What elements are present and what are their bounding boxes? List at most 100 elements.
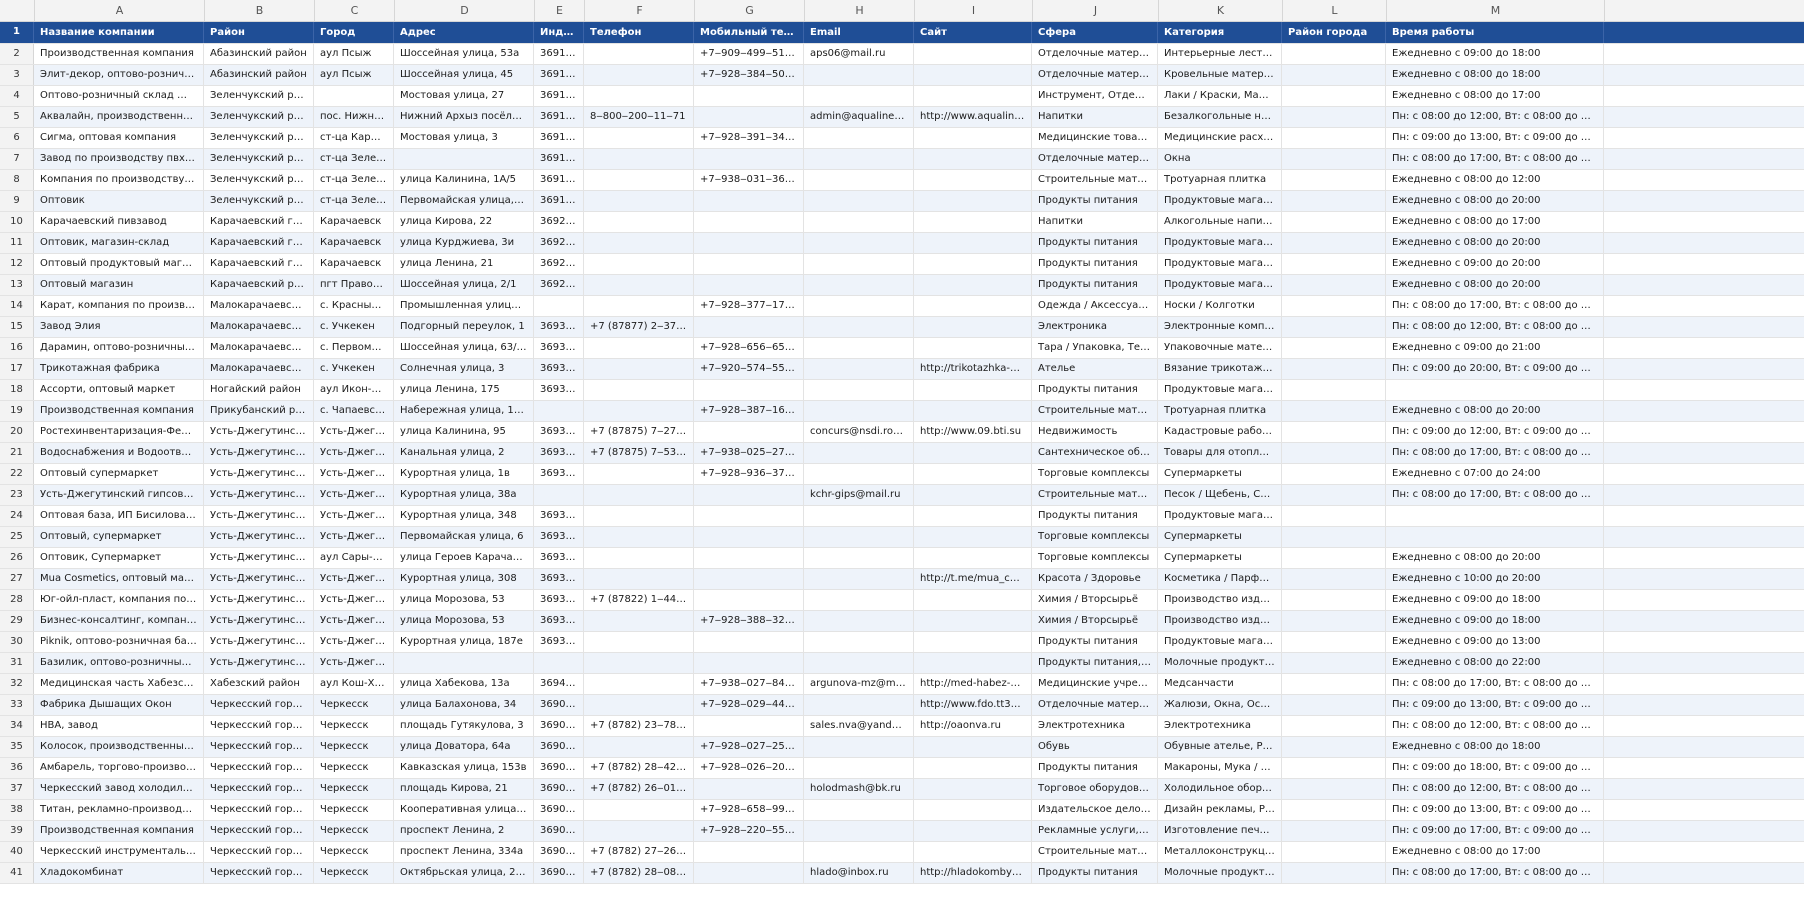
cell-mobile-phone[interactable]: +7‒928‒029‒44‒55 <box>694 695 804 715</box>
row-number[interactable]: 35 <box>0 737 34 757</box>
cell-mobile-phone[interactable] <box>694 86 804 106</box>
cell-district[interactable]: Малокарачаевский ра... <box>204 338 314 358</box>
cell-working-hours[interactable]: Ежедневно с 08:00 до 20:00 <box>1386 191 1604 211</box>
cell-phone[interactable] <box>584 695 694 715</box>
cell-sector[interactable]: Электротехника <box>1032 716 1158 736</box>
cell-working-hours[interactable]: Ежедневно с 08:00 до 18:00 <box>1386 65 1604 85</box>
cell-working-hours[interactable]: Пн: с 09:00 до 17:00, Вт: с 09:00 до 17:… <box>1386 821 1604 841</box>
cell-company-name[interactable]: Ростехинвентаризация-Федеральное ... <box>34 422 204 442</box>
cell-company-name[interactable]: Оптовик, Супермаркет <box>34 548 204 568</box>
cell-email[interactable]: sales.nva@yandex.ru <box>804 716 914 736</box>
cell-mobile-phone[interactable] <box>694 233 804 253</box>
row-number[interactable]: 36 <box>0 758 34 778</box>
cell-address[interactable] <box>394 653 534 673</box>
cell-category[interactable]: Супермаркеты <box>1158 464 1282 484</box>
column-header-l[interactable]: L <box>1283 0 1387 21</box>
cell-email[interactable]: holodmash@bk.ru <box>804 779 914 799</box>
cell-website[interactable] <box>914 548 1032 568</box>
cell-city[interactable]: с. Чапаевское <box>314 401 394 421</box>
cell-city-district[interactable] <box>1282 653 1386 673</box>
cell-website[interactable] <box>914 737 1032 757</box>
cell-city[interactable]: Усть-Джегута <box>314 527 394 547</box>
cell-address[interactable]: Первомайская улица, 138 <box>394 191 534 211</box>
cell-website[interactable]: http://www.fdo.tt34.ru <box>914 695 1032 715</box>
cell-city-district[interactable] <box>1282 800 1386 820</box>
cell-website[interactable] <box>914 779 1032 799</box>
cell-postcode[interactable] <box>534 401 584 421</box>
cell-postcode[interactable]: 369000 <box>534 779 584 799</box>
cell-mobile-phone[interactable] <box>694 632 804 652</box>
cell-address[interactable]: Курортная улица, 1в <box>394 464 534 484</box>
cell-email[interactable] <box>804 632 914 652</box>
cell-website[interactable] <box>914 296 1032 316</box>
cell-website[interactable] <box>914 485 1032 505</box>
cell-district[interactable]: Малокарачаевский ра... <box>204 359 314 379</box>
cell-phone[interactable] <box>584 632 694 652</box>
cell-city-district[interactable] <box>1282 65 1386 85</box>
cell-district[interactable]: Черкесский городской... <box>204 716 314 736</box>
cell-category[interactable]: Вязание трикотажных изд... <box>1158 359 1282 379</box>
row-number[interactable]: 5 <box>0 107 34 127</box>
cell-company-name[interactable]: Медицинская часть Хабезский гипсов... <box>34 674 204 694</box>
cell-postcode[interactable]: 369300 <box>534 590 584 610</box>
cell-mobile-phone[interactable]: +7‒928‒387‒16‒29 <box>694 401 804 421</box>
cell-email[interactable] <box>804 401 914 421</box>
cell-website[interactable] <box>914 254 1032 274</box>
cell-working-hours[interactable]: Пн: с 09:00 до 13:00, Вт: с 09:00 до 13:… <box>1386 128 1604 148</box>
cell-district[interactable]: Усть-Джегутинский ра... <box>204 527 314 547</box>
cell-mobile-phone[interactable]: +7‒928‒384‒50‒80 <box>694 65 804 85</box>
cell-city[interactable]: Усть-Джегута <box>314 443 394 463</box>
header-cell-city[interactable]: Город <box>314 22 394 43</box>
column-header-h[interactable]: H <box>805 0 915 21</box>
cell-company-name[interactable]: Хладокомбинат <box>34 863 204 883</box>
cell-district[interactable]: Усть-Джегутинский ра... <box>204 422 314 442</box>
cell-category[interactable]: Производство изделий из ... <box>1158 590 1282 610</box>
cell-address[interactable]: Шоссейная улица, 53а <box>394 44 534 64</box>
cell-category[interactable]: Дизайн рекламы, Размеще... <box>1158 800 1282 820</box>
cell-sector[interactable]: Одежда / Аксессуары <box>1032 296 1158 316</box>
cell-postcode[interactable]: 369012 <box>534 737 584 757</box>
cell-sector[interactable]: Строительные материалы ... <box>1032 401 1158 421</box>
row-number[interactable]: 8 <box>0 170 34 190</box>
cell-company-name[interactable]: Амбарель, торгово-производственна... <box>34 758 204 778</box>
cell-city[interactable]: Черкесск <box>314 863 394 883</box>
row-number[interactable]: 26 <box>0 548 34 568</box>
cell-working-hours[interactable]: Пн: с 08:00 до 12:00, Вт: с 08:00 до 12:… <box>1386 779 1604 799</box>
cell-city-district[interactable] <box>1282 821 1386 841</box>
cell-address[interactable]: Шоссейная улица, 2/1 <box>394 275 534 295</box>
cell-category[interactable]: Продуктовые магазины <box>1158 506 1282 526</box>
cell-website[interactable] <box>914 338 1032 358</box>
cell-city[interactable]: Карачаевск <box>314 233 394 253</box>
cell-postcode[interactable]: 369004 <box>534 695 584 715</box>
row-number[interactable]: 10 <box>0 212 34 232</box>
cell-working-hours[interactable]: Пн: с 09:00 до 13:00, Вт: с 09:00 до 13:… <box>1386 800 1604 820</box>
cell-address[interactable]: Октябрьская улица, 238 <box>394 863 534 883</box>
cell-city[interactable]: пос. Нижний А... <box>314 107 394 127</box>
cell-address[interactable]: улица Кирова, 22 <box>394 212 534 232</box>
cell-address[interactable]: улица Калинина, 95 <box>394 422 534 442</box>
cell-phone[interactable] <box>584 485 694 505</box>
cell-mobile-phone[interactable] <box>694 317 804 337</box>
cell-mobile-phone[interactable] <box>694 254 804 274</box>
cell-mobile-phone[interactable] <box>694 548 804 568</box>
cell-category[interactable]: Песок / Щебень, Сухие стр... <box>1158 485 1282 505</box>
cell-company-name[interactable]: Трикотажная фабрика <box>34 359 204 379</box>
cell-working-hours[interactable]: Пн: с 09:00 до 18:00, Вт: с 09:00 до 18:… <box>1386 758 1604 778</box>
column-header-d[interactable]: D <box>395 0 535 21</box>
cell-company-name[interactable]: Юг-ойл-пласт, компания по произво... <box>34 590 204 610</box>
cell-postcode[interactable]: 369009 <box>534 716 584 736</box>
row-number[interactable]: 15 <box>0 317 34 337</box>
cell-phone[interactable] <box>584 380 694 400</box>
cell-sector[interactable]: Медицинские товары <box>1032 128 1158 148</box>
cell-district[interactable]: Малокарачаевский ра... <box>204 317 314 337</box>
cell-phone[interactable] <box>584 170 694 190</box>
row-number[interactable]: 12 <box>0 254 34 274</box>
cell-phone[interactable]: +7 (8782) 28‒42‒21 <box>584 758 694 778</box>
cell-city-district[interactable] <box>1282 464 1386 484</box>
row-number[interactable]: 17 <box>0 359 34 379</box>
cell-address[interactable]: Шоссейная улица, 63/4а <box>394 338 534 358</box>
cell-sector[interactable]: Торговые комплексы <box>1032 548 1158 568</box>
cell-mobile-phone[interactable] <box>694 275 804 295</box>
row-number[interactable]: 14 <box>0 296 34 316</box>
cell-working-hours[interactable]: Пн: с 08:00 до 17:00, Вт: с 08:00 до 17:… <box>1386 149 1604 169</box>
